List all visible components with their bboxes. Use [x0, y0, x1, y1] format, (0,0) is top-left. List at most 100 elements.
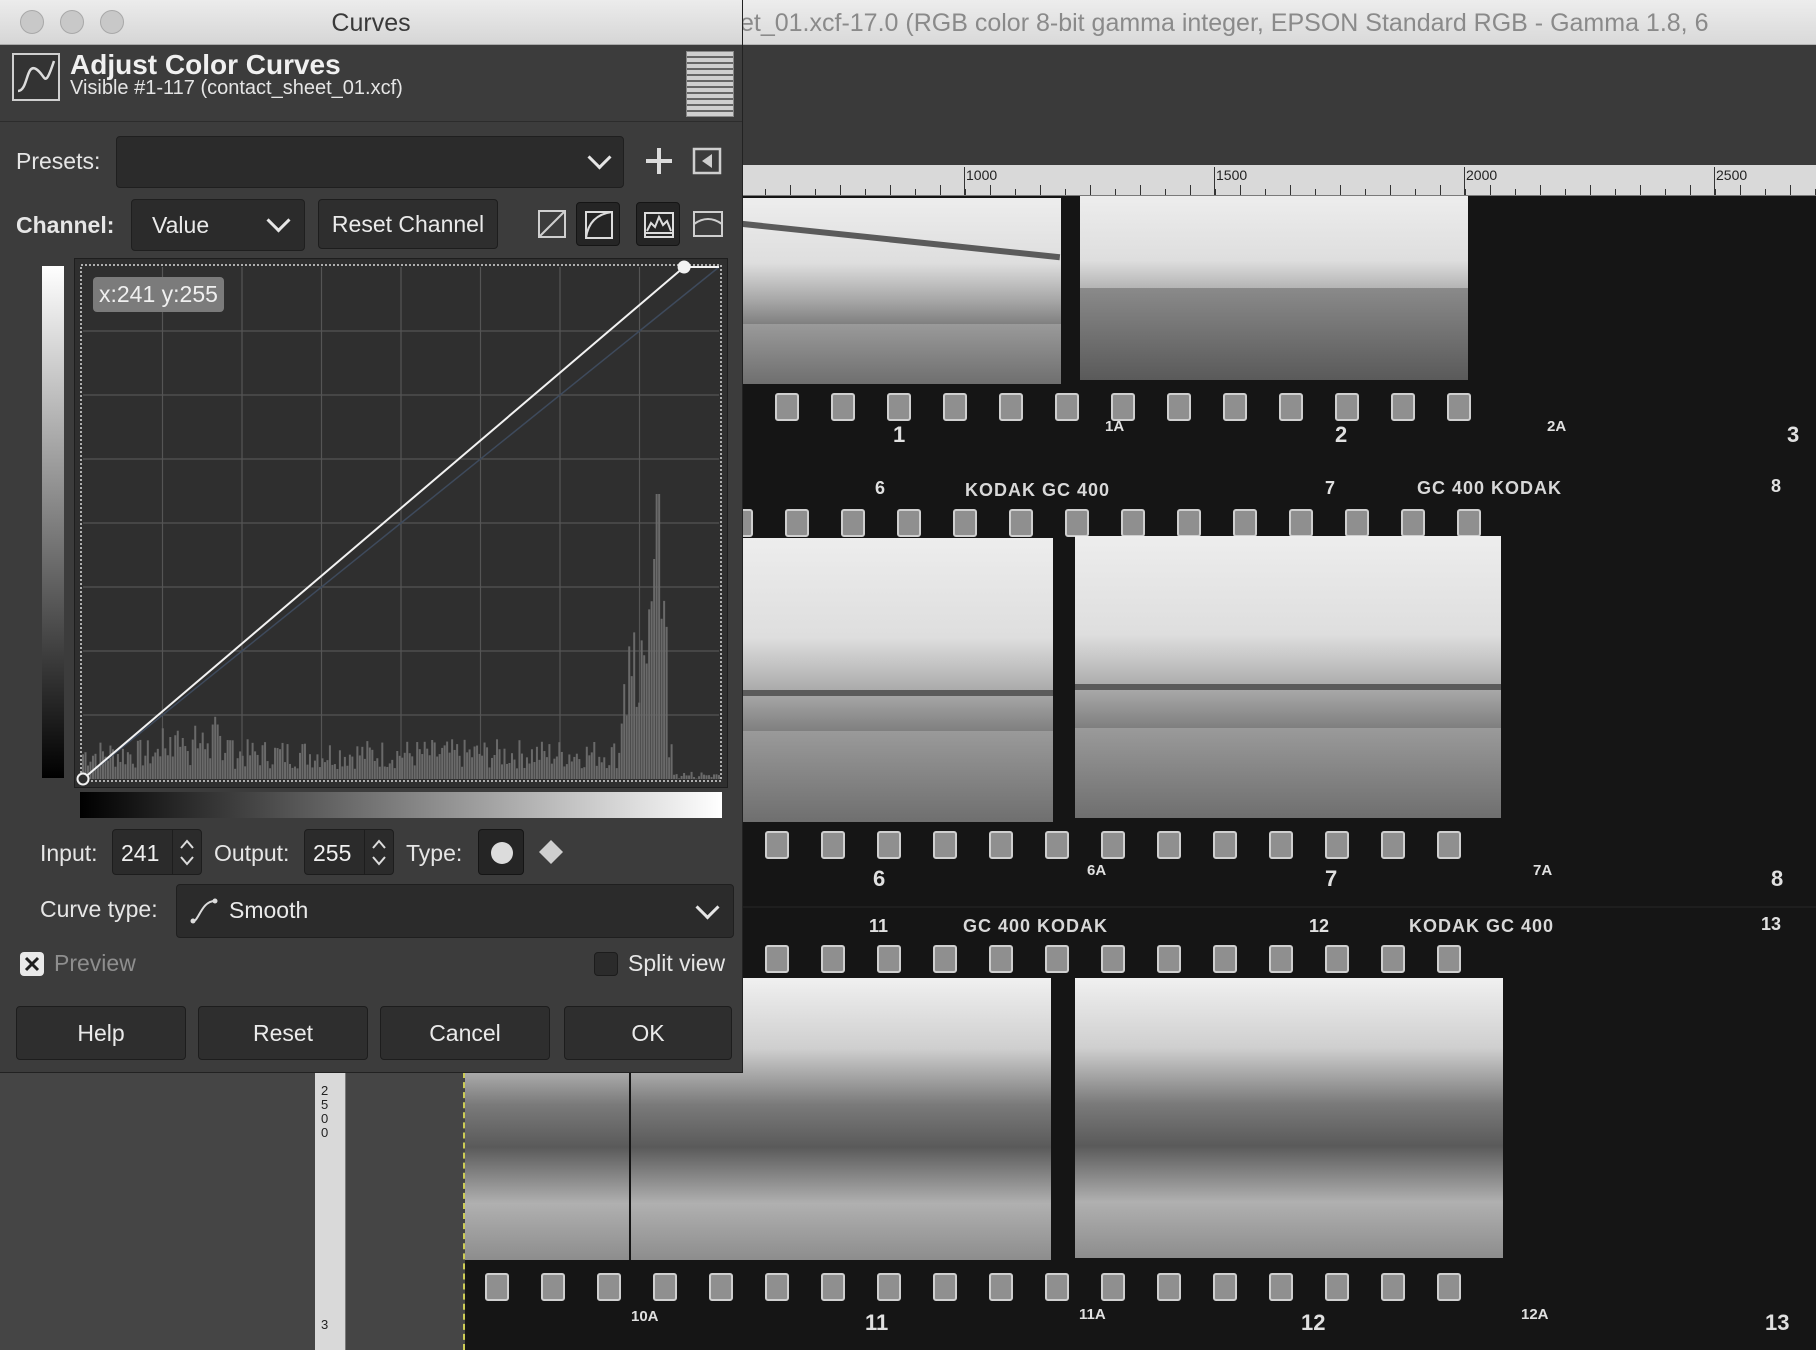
ruler-tick — [1765, 189, 1766, 195]
smooth-mode-icon[interactable] — [686, 202, 730, 246]
frame-number: 3 — [1787, 422, 1800, 447]
curve-canvas[interactable] — [75, 259, 727, 787]
film-edge-label: KODAK GC 400 — [1409, 916, 1555, 936]
ruler-tick — [915, 189, 916, 195]
ruler-tick — [940, 185, 941, 195]
ok-button[interactable]: OK — [564, 1006, 732, 1060]
ruler-tick — [1115, 189, 1116, 195]
curve-graph[interactable]: x:241 y:255 — [74, 258, 728, 788]
frame-number: 12A — [1521, 1306, 1549, 1323]
ruler-tick — [1740, 185, 1741, 195]
presets-label: Presets: — [16, 148, 101, 174]
ruler-major-tick — [964, 167, 965, 195]
curve-control-point[interactable] — [76, 772, 90, 786]
ruler-tick — [1440, 185, 1441, 195]
reset-channel-button[interactable]: Reset Channel — [318, 199, 498, 249]
ruler-tick — [1165, 189, 1166, 195]
ruler-tick — [1715, 189, 1716, 195]
split-view-label[interactable]: Split view — [628, 950, 725, 977]
ruler-tick — [965, 189, 966, 195]
vertical-ruler[interactable]: 2500 3 — [315, 1072, 346, 1350]
ruler-tick — [1015, 189, 1016, 195]
ruler-tick — [865, 189, 866, 195]
ruler-tick — [1665, 189, 1666, 195]
smooth-point-icon[interactable] — [478, 829, 524, 875]
photo-frame — [1080, 196, 1468, 380]
layer-boundary — [463, 1072, 465, 1350]
film-edge-label: GC 400 KODAK — [963, 916, 1109, 936]
chevron-down-icon — [587, 145, 612, 170]
channel-dropdown[interactable]: Value — [131, 199, 305, 251]
ruler-tick — [1340, 185, 1341, 195]
curves-icon — [12, 53, 60, 101]
ruler-tick — [1290, 185, 1291, 195]
ruler-tick — [1590, 185, 1591, 195]
ruler-major-tick — [1464, 167, 1465, 195]
film-edge-label: GC 400 KODAK — [1417, 478, 1563, 498]
frame-number: 11 — [865, 1310, 889, 1335]
dialog-title: Curves — [331, 9, 411, 37]
film-edge-label: KODAK GC 400 — [965, 480, 1111, 500]
ruler-tick — [1090, 185, 1091, 195]
frame-number: 10A — [631, 1308, 659, 1325]
ruler-tick — [1615, 189, 1616, 195]
preview-checkbox[interactable] — [20, 952, 44, 976]
add-preset-icon[interactable] — [644, 146, 674, 176]
frame-number: 2A — [1547, 418, 1567, 435]
log-histogram-icon[interactable] — [576, 202, 620, 246]
frame-number: 6 — [873, 866, 886, 891]
output-spinbutton[interactable]: 255 — [304, 829, 394, 875]
ruler-major-tick — [1214, 167, 1215, 195]
ruler-label: 1000 — [966, 167, 998, 183]
ruler-label: 1500 — [1216, 167, 1248, 183]
preset-menu-icon[interactable] — [692, 146, 722, 176]
ruler-tick — [1565, 189, 1566, 195]
frame-number: 12 — [1309, 916, 1330, 936]
output-value: 255 — [313, 840, 352, 866]
ruler-label: 2500 — [1716, 167, 1748, 183]
ruler-tick — [815, 189, 816, 195]
free-mode-icon[interactable] — [636, 202, 680, 246]
input-spinbutton[interactable]: 241 — [112, 829, 202, 875]
ruler-tick — [1415, 189, 1416, 195]
curve-type-value: Smooth — [229, 897, 309, 923]
reset-button[interactable]: Reset — [198, 1006, 368, 1060]
ruler-tick — [1640, 185, 1641, 195]
frame-number: 2 — [1335, 422, 1348, 447]
output-stepper[interactable] — [364, 830, 393, 874]
input-stepper[interactable] — [172, 830, 201, 874]
presets-dropdown[interactable] — [116, 136, 624, 188]
split-view-checkbox[interactable] — [594, 952, 618, 976]
type-label: Type: — [406, 840, 463, 866]
curve-control-point[interactable] — [677, 260, 691, 274]
help-button[interactable]: Help — [16, 1006, 186, 1060]
dialog-titlebar[interactable]: Curves — [0, 0, 742, 45]
ruler-label: 2500 — [321, 1083, 329, 1140]
ruler-tick — [1690, 185, 1691, 195]
photo-frame — [1075, 978, 1503, 1258]
horizontal-ruler[interactable]: 1000 1500 2000 2500 — [740, 165, 1816, 196]
frame-number: 12 — [1301, 1310, 1326, 1335]
ruler-tick — [1790, 185, 1791, 195]
frame-number: 1A — [1105, 418, 1125, 435]
image-window-title: et_01.xcf-17.0 (RGB color 8-bit gamma in… — [740, 9, 1709, 37]
ruler-tick — [1140, 185, 1141, 195]
ruler-label: 3 — [321, 1317, 329, 1332]
frame-number: 7 — [1325, 478, 1336, 498]
linear-histogram-icon[interactable] — [530, 202, 574, 246]
output-gradient-bar — [42, 266, 64, 778]
curve-type-dropdown[interactable]: Smooth — [176, 884, 734, 938]
preview-label[interactable]: Preview — [54, 950, 136, 977]
image-window-toolbar-area — [740, 45, 1816, 165]
ruler-tick — [1465, 189, 1466, 195]
cancel-button[interactable]: Cancel — [380, 1006, 550, 1060]
input-label: Input: — [40, 840, 98, 866]
ruler-major-tick — [1714, 167, 1715, 195]
frame-number: 1 — [893, 422, 906, 447]
corner-point-icon[interactable] — [528, 829, 574, 875]
ruler-tick — [1540, 185, 1541, 195]
frame-number: 11A — [1079, 1306, 1106, 1323]
ruler-tick — [1065, 189, 1066, 195]
header-subtitle: Visible #1-117 (contact_sheet_01.xcf) — [70, 77, 403, 99]
input-gradient-bar — [80, 792, 722, 818]
